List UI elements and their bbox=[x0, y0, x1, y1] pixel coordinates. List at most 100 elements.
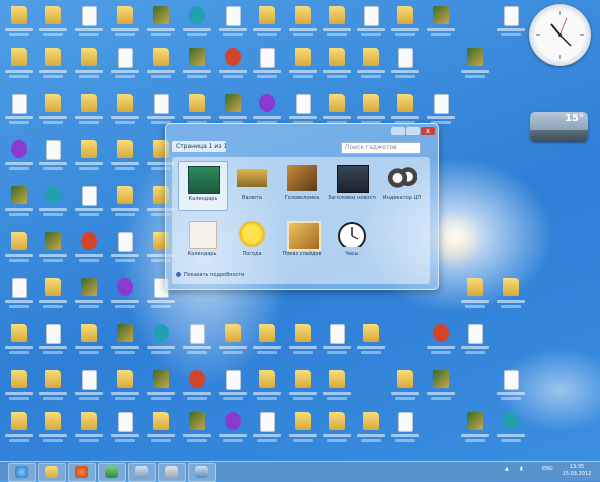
desktop-file[interactable] bbox=[252, 46, 282, 82]
desktop-file[interactable] bbox=[110, 46, 140, 82]
desktop-file[interactable] bbox=[460, 322, 490, 358]
desktop-shortcut[interactable] bbox=[146, 322, 176, 358]
analog-clock-widget[interactable] bbox=[529, 4, 591, 66]
desktop-file[interactable] bbox=[322, 322, 352, 358]
desktop-folder[interactable] bbox=[38, 276, 68, 312]
maximize-button[interactable] bbox=[406, 127, 420, 135]
desktop-folder[interactable] bbox=[356, 322, 386, 358]
desktop-folder[interactable] bbox=[4, 4, 34, 40]
desktop-file[interactable] bbox=[252, 410, 282, 446]
desktop-folder[interactable] bbox=[252, 4, 282, 40]
desktop-folder[interactable] bbox=[74, 322, 104, 358]
desktop-file[interactable] bbox=[38, 322, 68, 358]
desktop-file[interactable] bbox=[218, 4, 248, 40]
desktop-shortcut[interactable] bbox=[426, 4, 456, 40]
desktop-shortcut[interactable] bbox=[218, 410, 248, 446]
desktop-folder[interactable] bbox=[4, 368, 34, 404]
taskbar-store-button[interactable] bbox=[158, 463, 186, 482]
desktop-folder[interactable] bbox=[460, 276, 490, 312]
desktop-shortcut[interactable] bbox=[4, 184, 34, 220]
desktop-folder[interactable] bbox=[146, 410, 176, 446]
taskbar-media-button[interactable] bbox=[68, 463, 96, 482]
desktop-file[interactable] bbox=[218, 368, 248, 404]
tray-clock[interactable]: 13:35 15.03.2012 bbox=[562, 464, 592, 478]
desktop-shortcut[interactable] bbox=[460, 410, 490, 446]
desktop-folder[interactable] bbox=[74, 410, 104, 446]
desktop-shortcut[interactable] bbox=[182, 410, 212, 446]
desktop-file[interactable] bbox=[496, 4, 526, 40]
page-indicator[interactable]: Страница 1 из 1 bbox=[172, 141, 226, 152]
desktop-file[interactable] bbox=[4, 276, 34, 312]
desktop-file[interactable] bbox=[390, 410, 420, 446]
taskbar-ie-button[interactable] bbox=[8, 463, 36, 482]
desktop-shortcut[interactable] bbox=[38, 230, 68, 266]
desktop-folder[interactable] bbox=[74, 92, 104, 128]
tray-flag-icon[interactable]: ▲ bbox=[505, 466, 509, 472]
desktop-folder[interactable] bbox=[110, 92, 140, 128]
desktop-folder[interactable] bbox=[110, 138, 140, 174]
desktop-shortcut[interactable] bbox=[146, 4, 176, 40]
desktop-folder[interactable] bbox=[38, 92, 68, 128]
desktop-folder[interactable] bbox=[288, 322, 318, 358]
desktop-file[interactable] bbox=[110, 410, 140, 446]
taskbar-music-button[interactable] bbox=[98, 463, 126, 482]
desktop-shortcut[interactable] bbox=[4, 138, 34, 174]
desktop-shortcut[interactable] bbox=[460, 46, 490, 82]
gadget-item[interactable]: Заголовки новостей bbox=[328, 161, 376, 209]
desktop-shortcut[interactable] bbox=[182, 368, 212, 404]
desktop-folder[interactable] bbox=[288, 46, 318, 82]
weather-widget[interactable]: 15° bbox=[530, 112, 588, 142]
desktop-shortcut[interactable] bbox=[74, 276, 104, 312]
desktop-shortcut[interactable] bbox=[218, 46, 248, 82]
desktop-folder[interactable] bbox=[322, 368, 352, 404]
desktop-folder[interactable] bbox=[322, 46, 352, 82]
desktop-shortcut[interactable] bbox=[496, 410, 526, 446]
desktop-folder[interactable] bbox=[110, 368, 140, 404]
desktop-folder[interactable] bbox=[288, 410, 318, 446]
desktop-folder[interactable] bbox=[110, 4, 140, 40]
desktop-folder[interactable] bbox=[38, 46, 68, 82]
gadget-item[interactable]: Календарь bbox=[178, 161, 228, 211]
gadget-item[interactable]: Календарь bbox=[178, 217, 226, 265]
desktop-folder[interactable] bbox=[4, 230, 34, 266]
desktop-file[interactable] bbox=[356, 4, 386, 40]
desktop-folder[interactable] bbox=[252, 368, 282, 404]
gadget-item[interactable]: Головоломка bbox=[278, 161, 326, 209]
desktop-shortcut[interactable] bbox=[182, 46, 212, 82]
show-details-toggle[interactable]: Показать подробности bbox=[176, 272, 244, 278]
desktop-folder[interactable] bbox=[218, 322, 248, 358]
desktop-shortcut[interactable] bbox=[182, 4, 212, 40]
desktop-folder[interactable] bbox=[322, 410, 352, 446]
desktop-file[interactable] bbox=[182, 322, 212, 358]
desktop-file[interactable] bbox=[390, 46, 420, 82]
desktop-folder[interactable] bbox=[288, 4, 318, 40]
desktop-shortcut[interactable] bbox=[38, 184, 68, 220]
gadget-item[interactable]: Валюта bbox=[228, 161, 276, 209]
desktop-file[interactable] bbox=[4, 92, 34, 128]
desktop-folder[interactable] bbox=[288, 368, 318, 404]
desktop-shortcut[interactable] bbox=[110, 322, 140, 358]
desktop-shortcut[interactable] bbox=[146, 368, 176, 404]
desktop-folder[interactable] bbox=[74, 46, 104, 82]
desktop-folder[interactable] bbox=[4, 46, 34, 82]
desktop-shortcut[interactable] bbox=[426, 368, 456, 404]
taskbar-explorer-button[interactable] bbox=[38, 463, 66, 482]
desktop-file[interactable] bbox=[74, 4, 104, 40]
gadget-item[interactable]: Индикатор ЦП bbox=[378, 161, 426, 209]
desktop-folder[interactable] bbox=[4, 410, 34, 446]
tray-language[interactable]: ENG bbox=[542, 466, 553, 472]
desktop-folder[interactable] bbox=[110, 184, 140, 220]
desktop-folder[interactable] bbox=[146, 46, 176, 82]
gadget-search-input[interactable]: Поиск гаджетов bbox=[341, 142, 421, 154]
desktop-folder[interactable] bbox=[390, 368, 420, 404]
gadget-gallery-window[interactable]: x Страница 1 из 1 Поиск гаджетов Календа… bbox=[165, 123, 439, 290]
desktop-folder[interactable] bbox=[252, 322, 282, 358]
taskbar-gadgets-button[interactable] bbox=[188, 463, 216, 482]
gadget-item[interactable]: Часы bbox=[328, 217, 376, 265]
desktop-folder[interactable] bbox=[356, 410, 386, 446]
desktop-folder[interactable] bbox=[322, 4, 352, 40]
desktop-folder[interactable] bbox=[74, 138, 104, 174]
desktop-file[interactable] bbox=[74, 368, 104, 404]
gadget-item[interactable]: Погода bbox=[228, 217, 276, 265]
tray-network-icon[interactable]: ▮ bbox=[520, 466, 523, 472]
